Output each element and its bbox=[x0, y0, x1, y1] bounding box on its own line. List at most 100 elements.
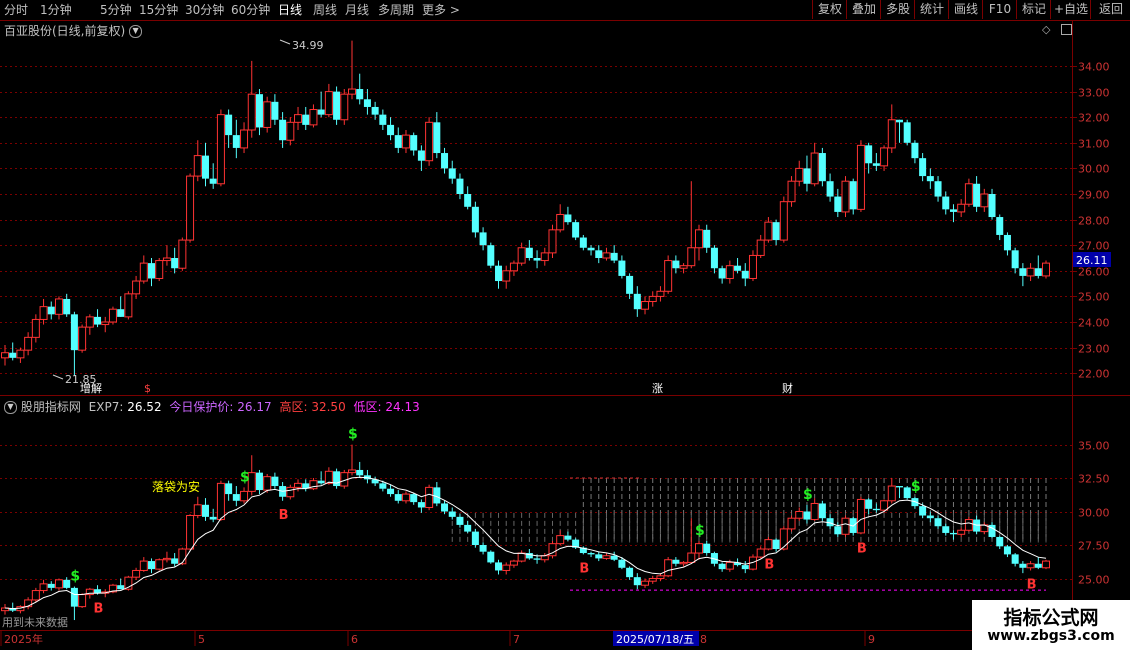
price-tick-label: 24.00 bbox=[1078, 317, 1110, 330]
candle-body bbox=[1011, 250, 1019, 269]
price-tick-label: 27.00 bbox=[1078, 240, 1110, 253]
candle-body bbox=[926, 176, 934, 182]
indicator-candle-body bbox=[1042, 560, 1050, 569]
candle-body bbox=[363, 99, 371, 107]
candle-body bbox=[572, 222, 580, 238]
candle-body bbox=[271, 101, 279, 120]
indicator-candle-body bbox=[887, 485, 896, 502]
candle-body bbox=[302, 114, 310, 125]
indicator-candle-body bbox=[880, 500, 889, 511]
candle-body bbox=[973, 183, 981, 207]
candle-body bbox=[841, 180, 850, 213]
indicator-tick-label: 27.50 bbox=[1078, 540, 1110, 553]
indicator-candle-body bbox=[756, 548, 765, 558]
candle-body bbox=[479, 232, 487, 246]
take-profit-annotation: 落袋为安 bbox=[152, 479, 200, 494]
event-marker-financial[interactable]: 财 bbox=[782, 381, 793, 395]
candle-body bbox=[132, 280, 141, 295]
price-tick-label: 34.00 bbox=[1078, 61, 1110, 74]
candle-body bbox=[633, 293, 641, 310]
date-axis: 2025年 5 6 7 8 9 bbox=[0, 631, 875, 646]
indicator-candle-body bbox=[286, 486, 295, 498]
indicator-candle-body bbox=[834, 526, 842, 535]
candle-body bbox=[495, 265, 503, 282]
candle-body bbox=[764, 221, 773, 241]
candle-body bbox=[1019, 268, 1027, 276]
candle-body bbox=[247, 93, 256, 131]
indicator-candle-body bbox=[741, 565, 749, 570]
event-marker-dividend[interactable]: $ bbox=[144, 382, 151, 395]
indicator-tick-label: 32.50 bbox=[1078, 473, 1110, 486]
candle-body bbox=[756, 239, 765, 256]
candle-body bbox=[263, 101, 272, 128]
max-price-label: 34.99 bbox=[292, 39, 324, 52]
candle-body bbox=[980, 193, 989, 208]
indicator-candle-body bbox=[872, 508, 880, 511]
candle-body bbox=[664, 260, 673, 292]
indicator-candle-body bbox=[618, 559, 626, 568]
indicator-candle-body bbox=[201, 504, 209, 517]
candle-body bbox=[16, 349, 25, 359]
buy-signal: B bbox=[94, 602, 104, 617]
indicator-candle-body bbox=[379, 483, 387, 489]
indicator-candle-body bbox=[687, 552, 696, 563]
date-label: 9 bbox=[868, 633, 875, 646]
event-marker-unlock[interactable]: 增解 bbox=[80, 381, 102, 395]
indicator-candle-body bbox=[587, 553, 595, 555]
candle-body bbox=[964, 183, 973, 205]
candle-body bbox=[502, 270, 511, 282]
candle-body bbox=[725, 265, 734, 279]
candle-body bbox=[618, 260, 626, 276]
candle-body bbox=[834, 196, 842, 212]
indicator-candle-body bbox=[865, 499, 873, 509]
candle-body bbox=[464, 194, 472, 207]
candle-body bbox=[94, 316, 102, 325]
indicator-candle-body bbox=[271, 476, 279, 487]
candle-body bbox=[1034, 268, 1042, 276]
indicator-candle-body bbox=[47, 583, 55, 588]
axis-labels: 34.00 33.00 32.00 31.00 30.00 29.00 28.00 27.00… bbox=[1072, 61, 1110, 587]
candle-body bbox=[255, 94, 263, 128]
candle-body bbox=[279, 119, 287, 141]
candle-body bbox=[1, 352, 9, 359]
candle-body bbox=[626, 275, 634, 294]
candle-body bbox=[410, 135, 418, 151]
candle-body bbox=[710, 247, 718, 269]
current-price-value: 26.11 bbox=[1076, 254, 1108, 267]
indicator-candle-body bbox=[672, 559, 680, 564]
indicator-candle-body bbox=[193, 504, 202, 517]
candle-body bbox=[85, 316, 94, 328]
event-marker-limit-up[interactable]: 涨 bbox=[652, 382, 663, 395]
indicator-candle-body bbox=[117, 585, 125, 590]
indicator-candle-body bbox=[703, 543, 711, 554]
candle-body bbox=[425, 121, 434, 162]
price-candles bbox=[1, 40, 1050, 376]
indicator-candle-body bbox=[487, 551, 495, 563]
kline-chart[interactable]: $ $ $ $ $ $ B B B B B B 34.00 33.00 32.00 31.00 30.00 29… bbox=[0, 0, 1130, 650]
future-data-note: 用到未来数据 bbox=[2, 615, 68, 629]
candle-body bbox=[216, 114, 225, 185]
indicator-candle-body bbox=[209, 516, 217, 520]
candle-body bbox=[672, 260, 680, 269]
candle-body bbox=[24, 336, 33, 351]
candle-body bbox=[394, 135, 402, 148]
candle-body bbox=[703, 229, 711, 248]
candle-body bbox=[108, 308, 117, 323]
price-tick-label: 25.00 bbox=[1078, 291, 1110, 304]
candle-body bbox=[865, 145, 873, 164]
buy-signal: B bbox=[579, 561, 589, 576]
candle-body bbox=[911, 142, 919, 159]
watermark-title: 指标公式网 bbox=[1003, 607, 1099, 629]
candle-body bbox=[294, 114, 303, 123]
candle-body bbox=[903, 122, 911, 143]
candle-body bbox=[101, 321, 110, 326]
indicator-candle-body bbox=[648, 578, 657, 582]
indicator-candle-body bbox=[425, 486, 434, 508]
indicator-candle-body bbox=[641, 580, 650, 586]
sell-signal: $ bbox=[348, 427, 358, 443]
indicator-candle-body bbox=[1003, 546, 1011, 555]
min-marker-line bbox=[52, 374, 64, 380]
indicator-candle-body bbox=[456, 516, 464, 525]
watermark-logo: 指标公式网 www.zbgs3.com bbox=[972, 600, 1130, 650]
candle-body bbox=[517, 247, 526, 264]
